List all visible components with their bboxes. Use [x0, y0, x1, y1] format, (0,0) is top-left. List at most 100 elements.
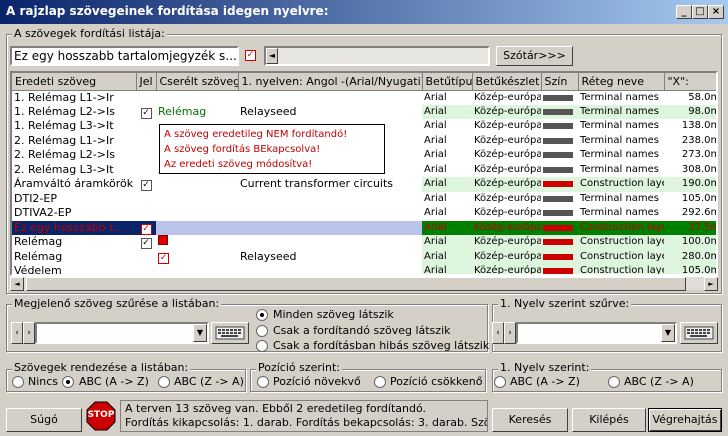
- status-line: A terven 13 szöveg van. Ebből 2 eredetil…: [125, 402, 427, 415]
- replaced-text-cell: [156, 177, 238, 192]
- execute-button[interactable]: Végrehajtás: [648, 408, 722, 432]
- column-header[interactable]: Eredeti szöveg: [12, 73, 137, 91]
- font-cell: Arial: [424, 192, 447, 204]
- lang-filter-prev-button[interactable]: ‹: [492, 322, 504, 344]
- translation-cell: [238, 206, 422, 221]
- filter-option-label: Csak a fordításban hibás szöveg látszik: [273, 339, 490, 352]
- scroll-right-arrow[interactable]: ►: [704, 277, 718, 291]
- color-cell: [541, 192, 578, 207]
- table-row[interactable]: 1. Relémag L2->Is ✓ Relémag Relayseed Arial K…: [12, 104, 716, 120]
- search-button[interactable]: Keresés: [492, 408, 568, 432]
- x-position-cell: 98.0mm: [664, 104, 716, 119]
- replaced-text-cell: [156, 206, 238, 221]
- table-row[interactable]: DTIVA2-EP Arial Közép-európai Terminal name…: [12, 206, 716, 221]
- column-header[interactable]: Réteg neve: [578, 73, 665, 91]
- filter-radio-all[interactable]: [256, 309, 268, 321]
- minimize-button[interactable]: _: [676, 5, 692, 19]
- search-slider[interactable]: ◄: [264, 46, 490, 66]
- tooltip-line: A szöveg fordítás BEkapcsolva!: [164, 144, 321, 155]
- position-radio-asc[interactable]: [257, 376, 269, 388]
- exit-button[interactable]: Kilépés: [572, 408, 646, 432]
- column-header[interactable]: Cserélt szöveg: [156, 73, 239, 91]
- search-toggle-checkbox[interactable]: ✓: [245, 50, 256, 61]
- color-cell: [541, 104, 578, 119]
- flag-checkbox[interactable]: ✓: [140, 238, 152, 250]
- table-row[interactable]: Relémag ✓ Arial Közép-európai Construction l…: [12, 235, 716, 250]
- status-line: Fordítás kikapcsolás: 1. darab. Fordítás…: [125, 416, 488, 429]
- x-position-cell: 190.0mm: [664, 177, 716, 192]
- horizontal-scrollbar[interactable]: ◄ ►: [10, 276, 718, 291]
- original-text-cell: DTIVA2-EP: [14, 206, 72, 220]
- column-header[interactable]: Jel: [136, 73, 157, 91]
- scroll-thumb[interactable]: [26, 277, 686, 291]
- layer-cell: Terminal names: [578, 104, 664, 119]
- flag-cell: [136, 264, 156, 274]
- filter-prev-button[interactable]: ‹: [11, 322, 23, 344]
- charset-cell: Közép-európai: [472, 235, 541, 250]
- color-cell: [541, 220, 578, 235]
- chevron-down-icon[interactable]: ▼: [661, 324, 675, 342]
- close-button[interactable]: ×: [708, 5, 724, 19]
- changed-checkbox[interactable]: ✓: [158, 252, 169, 264]
- slider-left-arrow[interactable]: ◄: [266, 48, 278, 64]
- flag-checkbox[interactable]: ✓: [140, 223, 152, 235]
- filter-combobox[interactable]: ▼: [35, 322, 209, 344]
- filter-next-button[interactable]: ›: [23, 322, 35, 344]
- color-swatch: [543, 94, 573, 101]
- layer-cell: Construction layer: [578, 264, 664, 274]
- filter-radio-errors[interactable]: [256, 340, 268, 352]
- text-table: Eredeti szöveg Jel Cserélt szöveg 1. nyelve…: [10, 71, 718, 276]
- sort-radio-none[interactable]: [12, 376, 24, 388]
- charset-cell: Közép-európai: [472, 264, 541, 274]
- table: Eredeti szöveg Jel Cserélt szöveg 1. nyelve…: [12, 73, 716, 274]
- dictionary-button[interactable]: Szótár>>>: [496, 46, 573, 66]
- x-position-cell: 308.0mm: [681, 163, 716, 175]
- column-header[interactable]: Betűkészlet: [472, 73, 542, 91]
- position-option-label: Pozíció növekvő: [273, 375, 361, 388]
- table-row[interactable]: Relémag ✓ Relayseed Arial Közép-európai Const…: [12, 249, 716, 264]
- chevron-down-icon[interactable]: ▼: [193, 324, 207, 342]
- help-button[interactable]: Súgó: [6, 408, 82, 432]
- table-row[interactable]: DTI2-EP Arial Közép-európai Terminal names 1…: [12, 192, 716, 207]
- flag-checkbox[interactable]: ✓: [140, 107, 152, 119]
- font-cell: Arial: [424, 91, 447, 103]
- search-input[interactable]: Ez egy hosszabb tartalomjegyzék s...: [10, 46, 239, 66]
- sort-option-label: Nincs: [28, 375, 59, 388]
- scroll-left-arrow[interactable]: ◄: [10, 277, 24, 291]
- column-header[interactable]: Betűtípus: [422, 73, 473, 91]
- filter-radio-translatable[interactable]: [256, 325, 268, 337]
- position-radio-desc[interactable]: [374, 376, 386, 388]
- column-header[interactable]: 1. nyelven: Angol -(Arial/Nyugati): [238, 73, 423, 91]
- maximize-button[interactable]: □: [692, 5, 708, 19]
- table-row[interactable]: Áramváltó áramkörök ✓ Current transformer …: [12, 177, 716, 192]
- lang-sort-radio-asc[interactable]: [494, 376, 506, 388]
- keyboard-icon: [684, 326, 714, 340]
- translation-cell: Current transformer circuits: [240, 177, 394, 191]
- lang-sort-radio-desc[interactable]: [608, 376, 620, 388]
- table-row[interactable]: Védelem Arial Közép-európai Construction la…: [12, 264, 716, 274]
- column-header[interactable]: Szín: [541, 73, 579, 91]
- original-text-cell: 2. Relémag L1->Ir: [14, 133, 114, 147]
- keyboard-button[interactable]: [680, 322, 718, 344]
- title-bar: A rajzlap szövegeinek fordítása idegen n…: [0, 0, 728, 24]
- charset-cell: Közép-európai: [472, 249, 541, 264]
- color-swatch: [543, 210, 573, 217]
- column-header[interactable]: "X":: [664, 73, 716, 91]
- stop-icon: STOP: [86, 401, 116, 431]
- lang-filter-next-button[interactable]: ›: [504, 322, 516, 344]
- filter-option-label: Csak a fordítandó szöveg látszik: [273, 324, 451, 337]
- font-cell: Arial: [422, 177, 472, 192]
- sort-radio-desc[interactable]: [158, 376, 170, 388]
- flag-cell: ✓: [136, 105, 156, 120]
- translation-cell: [238, 264, 422, 274]
- replaced-text-cell: Relémag: [158, 104, 207, 118]
- language-filter-combobox[interactable]: ▼: [516, 322, 677, 344]
- sort-radio-asc[interactable]: [62, 376, 74, 388]
- table-row[interactable]: 1. Relémag L1->Ir Arial Közép-európai Termi…: [12, 90, 716, 105]
- table-row[interactable]: Ez egy hosszabb t... ✓ Arial Közép-európai C…: [12, 220, 716, 235]
- sort-group-label: Szövegek rendezése a listában:: [12, 361, 191, 374]
- original-text-cell: 1. Relémag L2->Is: [14, 104, 115, 118]
- flag-checkbox[interactable]: ✓: [140, 180, 152, 192]
- keyboard-button[interactable]: [211, 322, 249, 344]
- charset-cell: Közép-európai: [474, 149, 541, 161]
